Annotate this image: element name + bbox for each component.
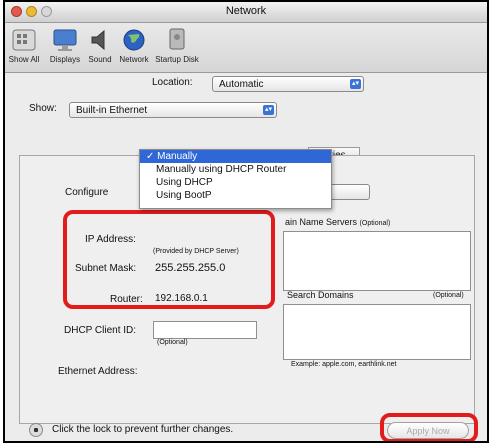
toolbar-startup-disk[interactable]: Startup Disk (155, 27, 199, 64)
dns-label-text: ain Name Servers (285, 217, 358, 227)
title-bar: Network (5, 2, 487, 23)
sound-icon (91, 29, 105, 51)
configure-option-manually[interactable]: ✓ Manually (140, 150, 331, 163)
search-domains-optional: (Optional) (433, 292, 464, 299)
show-popup[interactable]: Built-in Ethernet ▴▾ (69, 102, 277, 118)
search-example: Example: apple.com, earthlink.net (291, 361, 397, 368)
toolbar-label-show-all: Show All (8, 55, 40, 64)
ip-settings-highlight (63, 210, 275, 309)
ethernet-address-label: Ethernet Address: (58, 366, 138, 377)
toolbar-sound[interactable]: Sound (85, 27, 115, 64)
toolbar-label-network: Network (119, 55, 149, 64)
configure-option-manual-dhcp-router[interactable]: Manually using DHCP Router (140, 163, 331, 176)
dhcp-optional: (Optional) (157, 339, 188, 346)
dns-optional: (Optional) (359, 220, 391, 227)
preferences-toolbar: Show All Displays Sound Network Startup … (5, 23, 487, 73)
apply-now-highlight (380, 413, 478, 441)
show-value: Built-in Ethernet (76, 105, 148, 116)
location-label: Location: (152, 77, 193, 88)
toolbar-displays[interactable]: Displays (49, 27, 81, 64)
network-preferences-window: Network Show All Displays Sound Network … (3, 0, 489, 443)
configure-menu: ✓ Manually Manually using DHCP Router Us… (139, 149, 332, 209)
startup-disk-icon (169, 28, 185, 50)
dhcp-client-id-label: DHCP Client ID: (64, 325, 137, 336)
search-domains-field[interactable] (283, 304, 471, 360)
toolbar-label-sound: Sound (88, 55, 112, 64)
window-title: Network (225, 5, 267, 17)
network-globe-icon (123, 29, 145, 51)
location-popup[interactable]: Automatic ▴▾ (212, 76, 364, 92)
search-domains-label: Search Domains (287, 290, 354, 300)
pane-content: Location: Automatic ▴▾ Show: Built-in Et… (5, 73, 487, 441)
show-label: Show: (29, 103, 57, 114)
configure-option-bootp[interactable]: Using BootP (140, 189, 331, 202)
configure-label: Configure (65, 187, 109, 198)
toolbar-label-displays: Displays (49, 55, 81, 64)
configure-option-dhcp[interactable]: Using DHCP (140, 176, 331, 189)
popup-arrows-icon: ▴▾ (350, 79, 361, 89)
dns-label: ain Name Servers (Optional) (285, 217, 390, 227)
dhcp-client-id-field[interactable] (153, 321, 257, 339)
toolbar-label-startup-disk: Startup Disk (155, 55, 199, 64)
display-icon (53, 29, 77, 51)
dns-servers-field[interactable] (283, 231, 471, 291)
toolbar-show-all[interactable]: Show All (7, 27, 41, 64)
popup-arrows-icon: ▴▾ (263, 105, 274, 115)
show-all-icon (12, 29, 36, 51)
lock-icon[interactable] (29, 423, 43, 437)
location-value: Automatic (219, 79, 264, 90)
lock-message: Click the lock to prevent further change… (52, 424, 234, 435)
toolbar-network[interactable]: Network (117, 27, 151, 64)
